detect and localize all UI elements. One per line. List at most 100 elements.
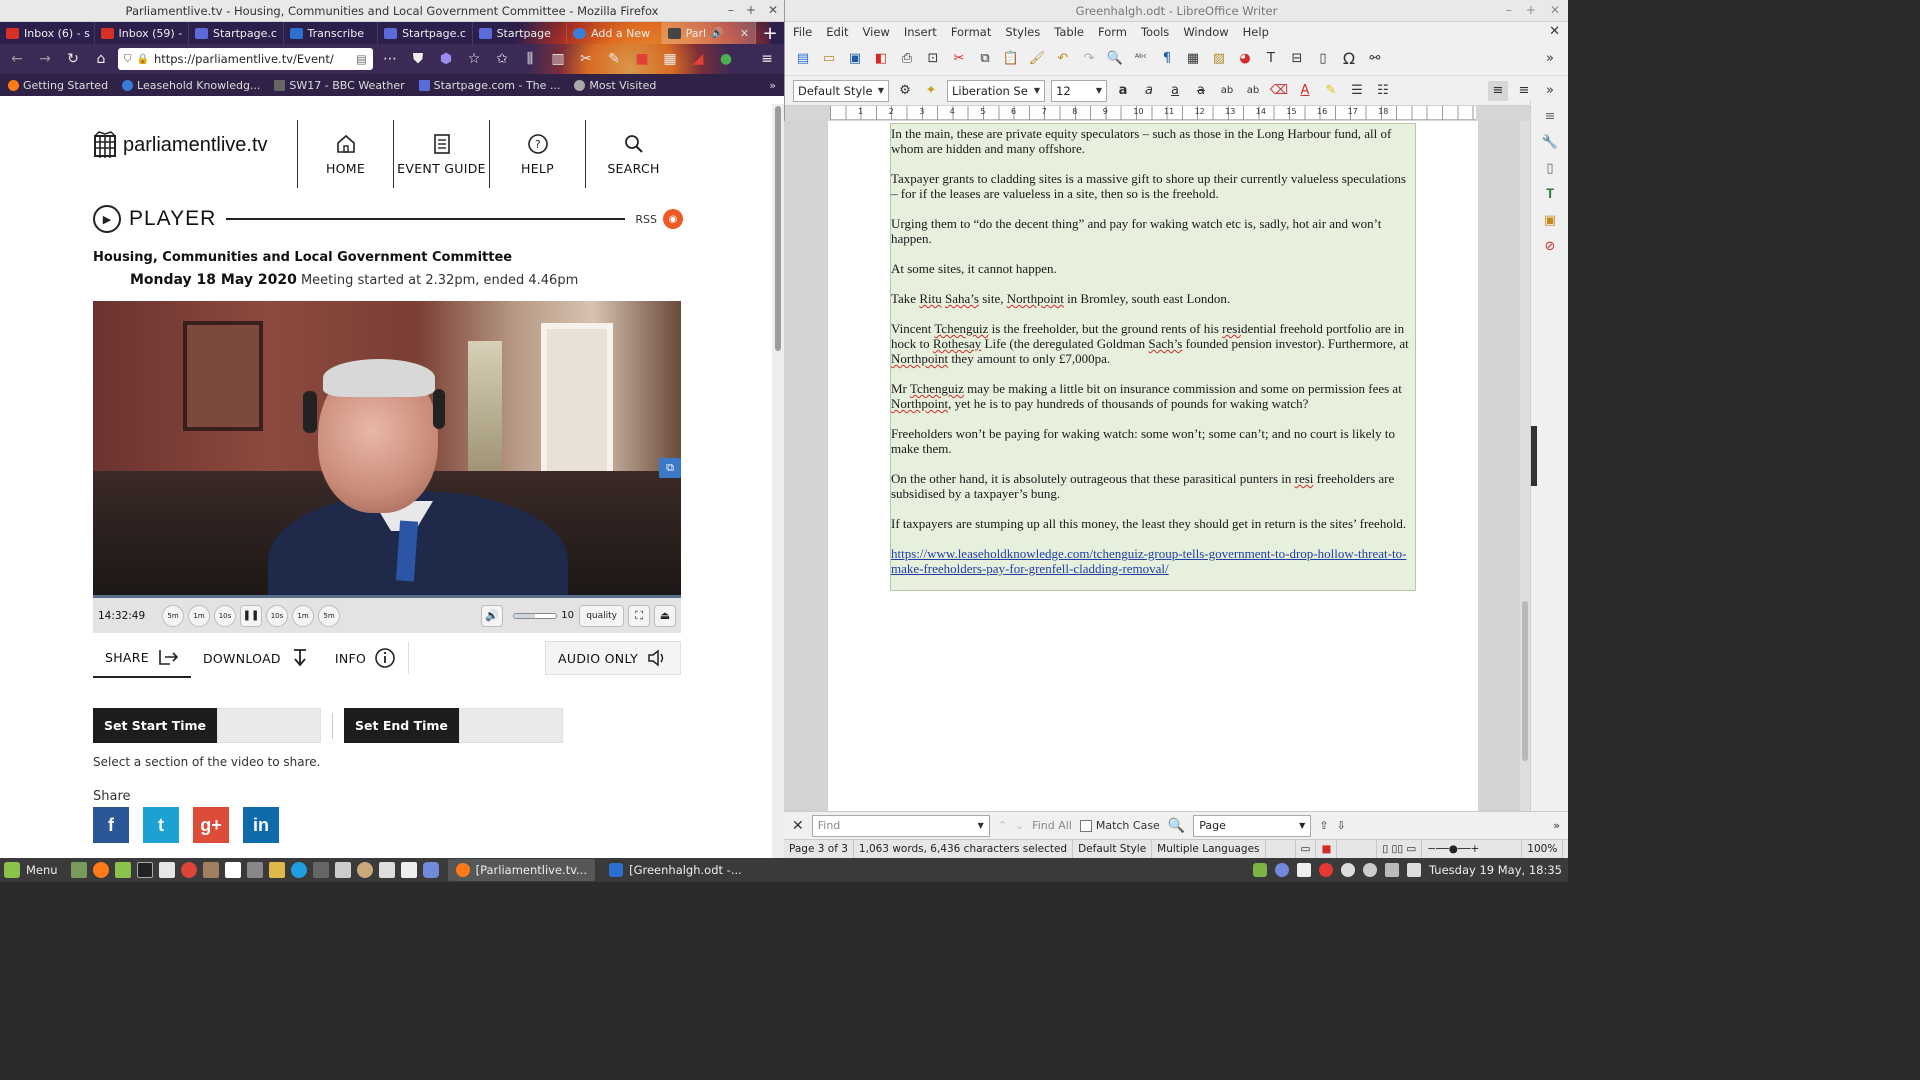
search-scope-select[interactable]: Page ▼ — [1193, 814, 1312, 837]
minimize-icon[interactable]: – — [1506, 3, 1512, 17]
download-button[interactable]: DOWNLOAD — [191, 638, 323, 678]
spelling-error[interactable]: Northpoint — [1007, 291, 1064, 306]
camera-launcher-icon[interactable] — [246, 862, 263, 878]
skip-forward-10s-button[interactable]: 10s — [266, 604, 288, 627]
audio-only-button[interactable]: AUDIO ONLY — [545, 641, 681, 675]
scrollbar-thumb[interactable] — [1522, 601, 1528, 761]
paragraph[interactable]: Mr Tchenguiz may be making a little bit … — [891, 381, 1409, 411]
cut-icon[interactable]: ✂ — [949, 49, 969, 69]
nav-search[interactable]: SEARCH — [585, 120, 681, 188]
update-style-icon[interactable]: ⚙ — [895, 81, 915, 101]
paragraph[interactable]: Vincent Tchenguiz is the freeholder, but… — [891, 321, 1409, 366]
spelling-error[interactable]: Saha’s — [945, 291, 979, 306]
menu-help[interactable]: Help — [1243, 25, 1269, 39]
insert-field-icon[interactable]: ▯ — [1313, 49, 1333, 69]
tab-parliamentlive[interactable]: Parl 🔊 ✕ — [661, 22, 757, 44]
superscript-icon[interactable]: ab — [1217, 81, 1237, 101]
document-launcher-icon[interactable] — [224, 862, 241, 878]
spelling-error[interactable]: Tchenguiz — [934, 321, 988, 336]
align-center-icon[interactable]: ≡ — [1514, 81, 1534, 101]
linkedin-icon[interactable]: in — [243, 807, 279, 843]
subscript-icon[interactable]: ab — [1243, 81, 1263, 101]
spelling-error[interactable]: Ritu — [919, 291, 941, 306]
sidebar-menu-icon[interactable]: ≡ — [1540, 106, 1560, 126]
reader-view-icon[interactable]: ▤ — [356, 52, 367, 66]
chevron-down-icon[interactable]: ▼ — [978, 821, 984, 830]
match-case-checkbox[interactable] — [1079, 820, 1092, 832]
bookmark-most-visited[interactable]: Most Visited — [574, 79, 656, 92]
align-left-icon[interactable]: ≡ — [1488, 80, 1508, 101]
menu-form[interactable]: Form — [1098, 25, 1127, 39]
twitter-icon[interactable]: t — [143, 807, 179, 843]
files-launcher-icon[interactable] — [114, 862, 131, 878]
export-pdf-icon[interactable]: ◧ — [871, 49, 891, 69]
maximize-icon[interactable]: + — [746, 3, 756, 17]
save-status-icon[interactable]: ■ — [1316, 839, 1338, 859]
menu-tools[interactable]: Tools — [1141, 25, 1169, 39]
notes-launcher-icon[interactable] — [158, 862, 175, 878]
close-document-icon[interactable]: ✕ — [1549, 24, 1560, 39]
discord-icon[interactable] — [1275, 863, 1290, 877]
discord-launcher-icon[interactable] — [422, 862, 439, 878]
task-writer[interactable]: [Greenhalgh.odt -... — [601, 859, 750, 881]
chrome-launcher-icon[interactable] — [180, 862, 197, 878]
popout-icon[interactable]: ⏏ — [654, 604, 676, 627]
google-plus-icon[interactable]: g+ — [193, 807, 229, 843]
spelling-error[interactable]: resi — [1222, 321, 1241, 336]
pdf-icon[interactable]: ◢ — [687, 48, 709, 70]
spelling-error[interactable]: Northpoint — [891, 396, 948, 411]
find-input[interactable]: Find ▼ — [811, 814, 990, 837]
info-button[interactable]: INFO — [323, 638, 408, 678]
maximize-icon[interactable]: + — [1526, 3, 1536, 17]
skype-launcher-icon[interactable] — [290, 862, 307, 878]
toolbar-overflow-icon[interactable]: » — [1553, 819, 1560, 832]
toolbar-overflow-icon[interactable]: » — [1540, 81, 1560, 101]
gimp-launcher-icon[interactable] — [202, 862, 219, 878]
tab-close-icon[interactable]: ✕ — [740, 27, 749, 40]
lock-icon[interactable]: 🔒 — [137, 54, 149, 65]
close-find-icon[interactable]: ✕ — [792, 818, 804, 834]
paragraph[interactable]: Taxpayer grants to cladding sites is a m… — [891, 171, 1409, 201]
styles-icon[interactable]: 𝐓 — [1540, 184, 1560, 204]
tab-add-new[interactable]: Add a New — [567, 22, 662, 44]
horizontal-ruler[interactable]: 1 2 3 4 5 6 7 8 9 10 11 12 13 14 15 16 17 18 — [830, 106, 1476, 120]
addon-grey-icon[interactable]: ▦ — [659, 48, 681, 70]
minimize-icon[interactable]: – — [728, 3, 734, 17]
reload-icon[interactable]: ↻ — [62, 48, 84, 70]
bullets-icon[interactable]: ☰ — [1347, 81, 1367, 101]
speaker-icon[interactable]: 🔊 — [711, 28, 723, 39]
redo-icon[interactable]: ↷ — [1079, 49, 1099, 69]
calculator-launcher-icon[interactable] — [334, 862, 351, 878]
picture-in-picture-icon[interactable]: ⧉ — [659, 458, 681, 478]
spelling-error[interactable]: Sach’s — [1148, 336, 1182, 351]
find-replace-icon[interactable]: 🔍 — [1105, 49, 1125, 69]
skip-back-1m-button[interactable]: 1m — [188, 604, 210, 627]
numbering-icon[interactable]: ☷ — [1373, 81, 1393, 101]
paragraph[interactable]: On the other hand, it is absolutely outr… — [891, 471, 1409, 501]
strikethrough-icon[interactable]: a — [1191, 81, 1211, 101]
match-case-option[interactable]: Match Case — [1079, 819, 1160, 832]
insert-image-icon[interactable]: ▨ — [1209, 49, 1229, 69]
volume-icon[interactable]: 🔊 — [481, 604, 504, 627]
dropbox-icon[interactable] — [1297, 863, 1312, 877]
paragraph[interactable]: If taxpayers are stumping up all this mo… — [891, 516, 1409, 531]
underline-icon[interactable]: a — [1165, 81, 1185, 101]
navigator-icon[interactable]: ⊘ — [1540, 236, 1560, 256]
terminal-launcher-icon[interactable] — [136, 862, 153, 878]
menu-view[interactable]: View — [863, 25, 890, 39]
addon-red-icon[interactable]: ■ — [631, 48, 653, 70]
notifications-icon[interactable] — [1341, 863, 1356, 877]
insert-table-icon[interactable]: ▦ — [1183, 49, 1203, 69]
hamburger-menu-icon[interactable]: ≡ — [756, 48, 778, 70]
document-scrollbar[interactable] — [1520, 121, 1530, 811]
bookmarks-menu-icon[interactable]: ✩ — [491, 48, 513, 70]
user-launcher-icon[interactable] — [356, 862, 373, 878]
highlight-icon[interactable]: ✎ — [1321, 81, 1341, 101]
formatting-marks-icon[interactable]: ¶ — [1157, 49, 1177, 69]
paragraph[interactable]: Freeholders won’t be paying for waking w… — [891, 426, 1409, 456]
print-icon[interactable]: ⎙ — [897, 49, 917, 69]
toolbar-overflow-icon[interactable]: » — [1540, 49, 1560, 69]
forward-icon[interactable]: → — [34, 48, 56, 70]
page-icon[interactable]: ▯ — [1540, 158, 1560, 178]
video-player[interactable]: ⧉ — [93, 301, 681, 595]
